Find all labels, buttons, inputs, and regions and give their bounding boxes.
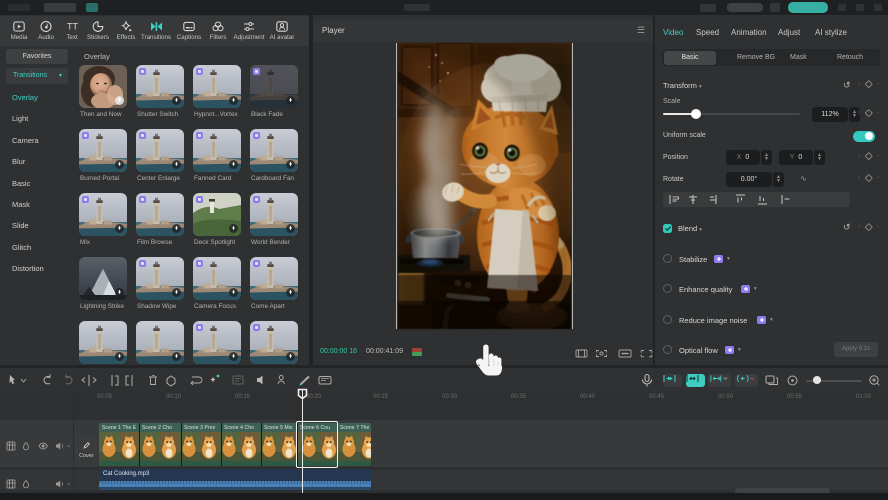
svg-text:TT: TT xyxy=(67,22,78,32)
